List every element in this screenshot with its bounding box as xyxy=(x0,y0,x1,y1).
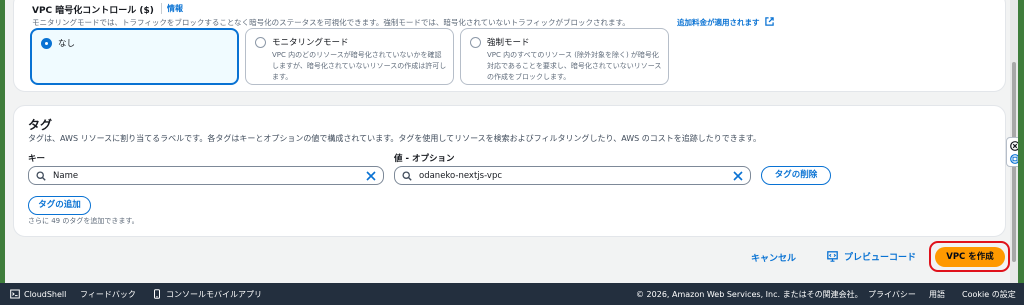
create-vpc-button[interactable]: VPC を作成 xyxy=(935,247,1005,267)
search-icon xyxy=(36,171,46,181)
cloudshell-label: CloudShell xyxy=(24,290,67,299)
value-label: 値 - オプション xyxy=(394,154,455,164)
additional-fee-link[interactable]: 追加料金が適用されます xyxy=(677,17,774,28)
option-desc-monitoring: VPC 内のどのリソースが暗号化されていないかを確認しますが、暗号化されていない… xyxy=(272,51,447,81)
tags-panel: タグ タグは、AWS リソースに割り当てるラベルです。各タグはキーとオプションの… xyxy=(13,105,1006,237)
preview-code-label: プレビューコード xyxy=(844,253,917,263)
option-tile-monitoring[interactable]: モニタリングモード VPC 内のどのリソースが暗号化されていないかを確認しますが… xyxy=(245,28,454,85)
tag-key-input[interactable]: Name xyxy=(28,166,384,185)
option-label-monitoring: モニタリングモード xyxy=(272,38,349,48)
console-footer: CloudShell フィードバック コンソールモバイルアプリ © 2026, … xyxy=(0,283,1024,305)
privacy-link[interactable]: プライバシー xyxy=(868,289,916,300)
preview-code-button[interactable]: プレビューコード xyxy=(827,250,916,263)
encryption-title: VPC 暗号化コントロール ($) xyxy=(32,6,154,16)
clear-key-icon[interactable] xyxy=(366,171,376,181)
cancel-button[interactable]: キャンセル xyxy=(751,251,796,264)
title-divider xyxy=(161,3,162,14)
tag-value-value: odaneko-nextjs-vpc xyxy=(419,171,503,181)
cookie-settings-link[interactable]: Cookie の設定 xyxy=(962,289,1016,300)
option-tile-enforce[interactable]: 強制モード VPC 内のすべてのリソース (除外対象を除く) が暗号化対応である… xyxy=(460,28,669,85)
tags-title: タグ xyxy=(28,118,53,132)
clear-value-icon[interactable] xyxy=(733,171,743,181)
console-mobile-app-link[interactable]: コンソールモバイルアプリ xyxy=(152,289,262,300)
option-tile-none[interactable]: なし xyxy=(30,28,239,85)
remaining-tags-note: さらに 49 のタグを追加できます。 xyxy=(28,217,139,225)
radio-none-selected[interactable] xyxy=(41,38,52,49)
tag-value-input[interactable]: odaneko-nextjs-vpc xyxy=(394,166,751,185)
tag-key-value: Name xyxy=(53,171,79,181)
feedback-link[interactable]: フィードバック xyxy=(80,289,136,300)
add-tag-button[interactable]: タグの追加 xyxy=(28,196,91,215)
option-label-none: なし xyxy=(58,39,76,49)
remove-tag-button[interactable]: タグの削除 xyxy=(761,166,831,185)
info-link[interactable]: 情報 xyxy=(167,3,183,14)
tags-description: タグは、AWS リソースに割り当てるラベルです。各タグはキーとオプションの値で構… xyxy=(28,134,761,143)
additional-fee-label: 追加料金が適用されます xyxy=(677,18,760,27)
option-desc-enforce: VPC 内のすべてのリソース (除外対象を除く) が暗号化対応であることを要求し… xyxy=(487,51,662,81)
encryption-description: モニタリングモードでは、トラフィックをブロックすることなく暗号化のステータスを可… xyxy=(32,18,630,27)
radio-enforce[interactable] xyxy=(470,37,481,48)
search-icon xyxy=(402,171,412,181)
main-content: VPC 暗号化コントロール ($) 情報 モニタリングモードでは、トラフィックを… xyxy=(5,0,1010,283)
cloudshell-icon xyxy=(10,289,20,299)
radio-monitoring[interactable] xyxy=(255,37,266,48)
external-link-icon xyxy=(765,17,774,26)
option-label-enforce: 強制モード xyxy=(487,38,530,48)
mobile-app-label: コンソールモバイルアプリ xyxy=(166,290,262,299)
encryption-control-panel: VPC 暗号化コントロール ($) 情報 モニタリングモードでは、トラフィックを… xyxy=(13,0,1006,92)
copyright-text: © 2026, Amazon Web Services, Inc. またはその関… xyxy=(636,290,863,299)
cloudshell-button[interactable]: CloudShell xyxy=(10,289,66,299)
window-frame-right xyxy=(1018,0,1024,305)
key-label: キー xyxy=(28,154,46,164)
preview-code-icon xyxy=(827,251,838,262)
terms-link[interactable]: 用語 xyxy=(929,289,945,300)
mobile-app-icon xyxy=(154,289,160,299)
